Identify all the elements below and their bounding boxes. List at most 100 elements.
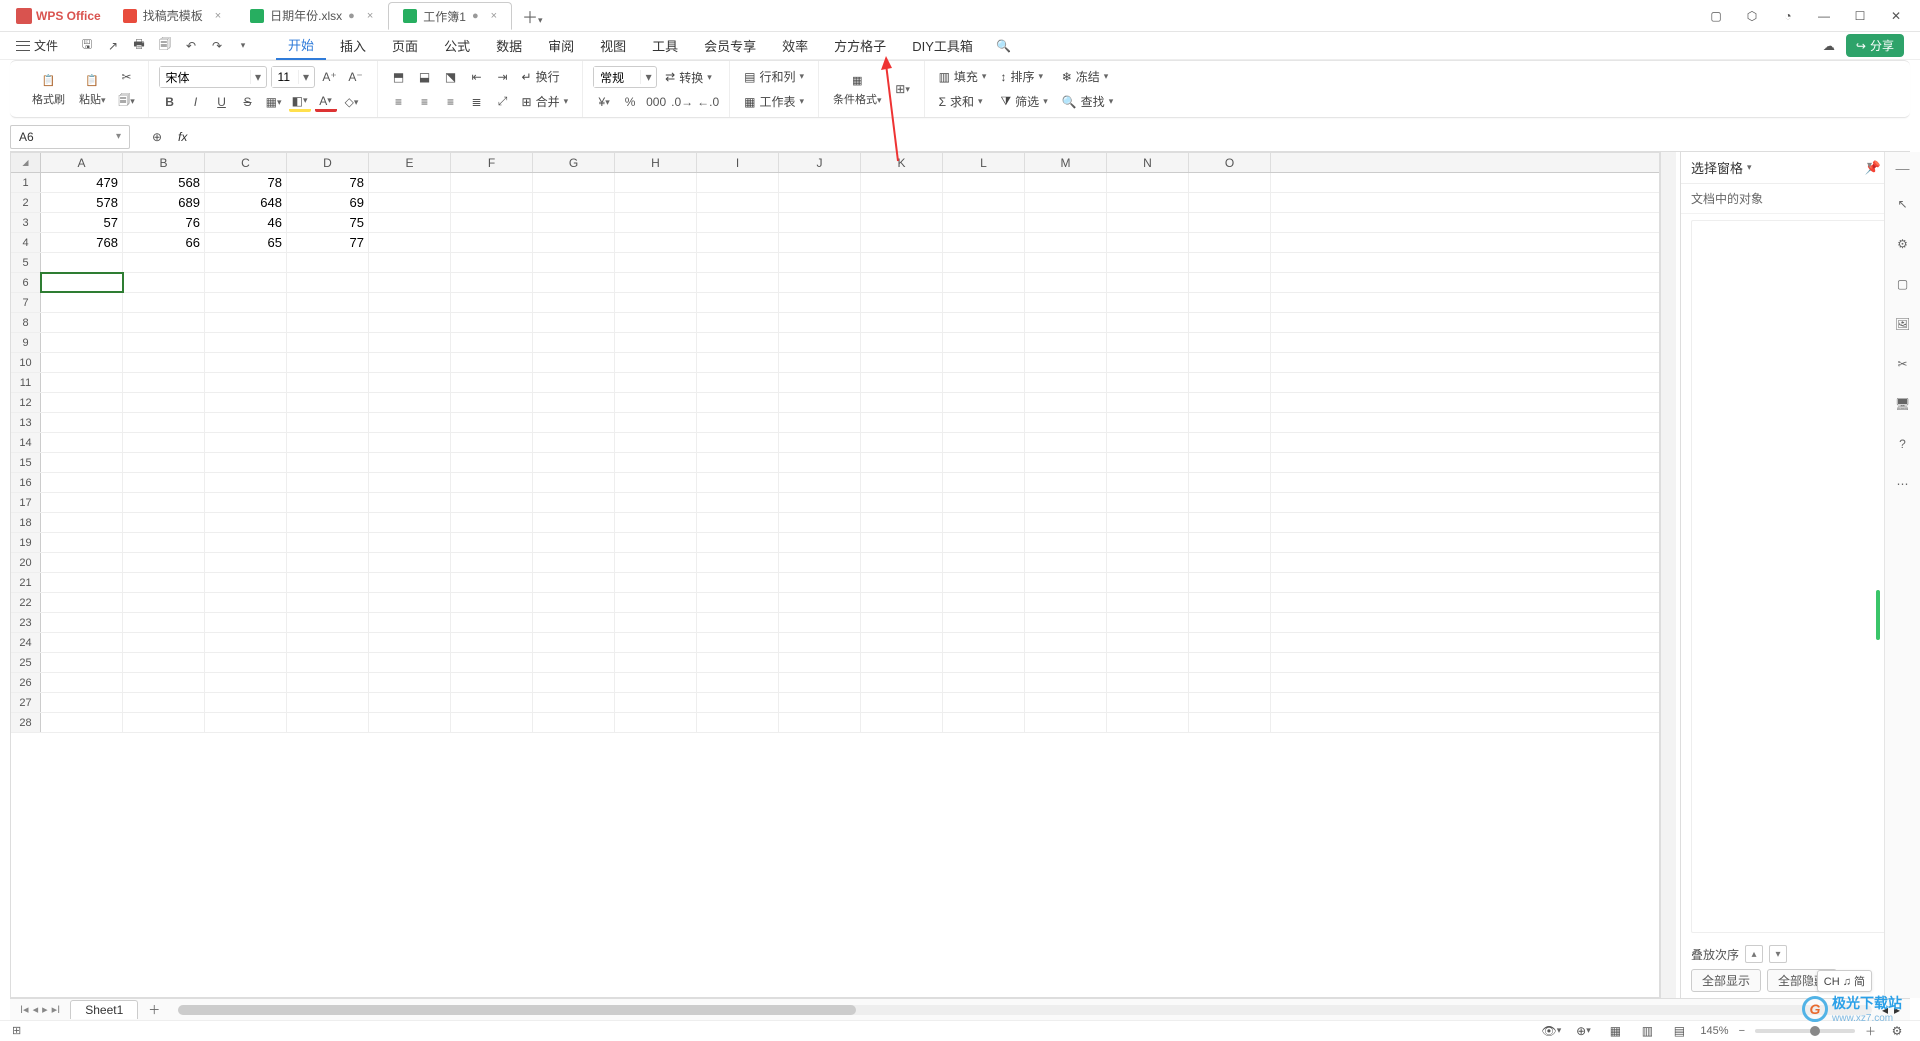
- cell[interactable]: [287, 413, 369, 432]
- cell[interactable]: [123, 593, 205, 612]
- cell[interactable]: [943, 333, 1025, 352]
- cell[interactable]: [1107, 333, 1189, 352]
- cell[interactable]: [1107, 233, 1189, 252]
- layout-icon[interactable]: ▢: [1704, 4, 1728, 28]
- cell[interactable]: [861, 613, 943, 632]
- cell[interactable]: [41, 373, 123, 392]
- cell[interactable]: [123, 493, 205, 512]
- cell[interactable]: [615, 373, 697, 392]
- cell[interactable]: [1025, 653, 1107, 672]
- fill-color-icon[interactable]: ◧▾: [289, 92, 311, 112]
- cell[interactable]: [861, 513, 943, 532]
- cell[interactable]: [861, 433, 943, 452]
- cell[interactable]: [123, 373, 205, 392]
- convert-button[interactable]: ⇄转换▾: [661, 67, 716, 88]
- cell[interactable]: [1107, 373, 1189, 392]
- row-header[interactable]: 5: [11, 253, 41, 272]
- cell[interactable]: [533, 573, 615, 592]
- cell[interactable]: [287, 573, 369, 592]
- print-preview-icon[interactable]: 🗐: [156, 37, 174, 55]
- cell[interactable]: [779, 673, 861, 692]
- font-color-icon[interactable]: A▾: [315, 92, 337, 112]
- cell[interactable]: [1025, 213, 1107, 232]
- cell[interactable]: [287, 373, 369, 392]
- indent-dec-icon[interactable]: ⇤: [466, 67, 488, 87]
- strike-icon[interactable]: S: [237, 92, 259, 112]
- cell[interactable]: [205, 693, 287, 712]
- fill-button[interactable]: ▥填充▾: [935, 66, 991, 87]
- cell[interactable]: [943, 593, 1025, 612]
- cell[interactable]: [287, 493, 369, 512]
- cell[interactable]: [1025, 353, 1107, 372]
- cell[interactable]: [1107, 573, 1189, 592]
- cell[interactable]: [41, 693, 123, 712]
- cell[interactable]: 689: [123, 193, 205, 212]
- format-painter-button[interactable]: 📋格式刷: [28, 69, 69, 109]
- file-menu[interactable]: 文件: [8, 35, 66, 56]
- cell[interactable]: [615, 433, 697, 452]
- cell[interactable]: [1025, 393, 1107, 412]
- cell[interactable]: 77: [287, 233, 369, 252]
- cell[interactable]: [41, 533, 123, 552]
- cell[interactable]: [943, 173, 1025, 192]
- number-format-combo[interactable]: ▾: [593, 66, 657, 88]
- cell[interactable]: [1025, 373, 1107, 392]
- cell[interactable]: [369, 493, 451, 512]
- cell[interactable]: [369, 273, 451, 292]
- cell[interactable]: [861, 453, 943, 472]
- cell[interactable]: [287, 693, 369, 712]
- cell[interactable]: [451, 673, 533, 692]
- cell[interactable]: [615, 633, 697, 652]
- cell[interactable]: [1189, 253, 1271, 272]
- row-header[interactable]: 28: [11, 713, 41, 732]
- column-header[interactable]: H: [615, 153, 697, 172]
- cell[interactable]: [41, 333, 123, 352]
- cell[interactable]: [1107, 473, 1189, 492]
- share-button[interactable]: ↪ 分享: [1846, 34, 1904, 57]
- cell[interactable]: [1025, 713, 1107, 732]
- sum-button[interactable]: Σ求和▾: [935, 91, 991, 112]
- cell[interactable]: [779, 313, 861, 332]
- cell[interactable]: 578: [41, 193, 123, 212]
- view-break-icon[interactable]: ▤: [1668, 1021, 1690, 1041]
- column-header[interactable]: D: [287, 153, 369, 172]
- cell[interactable]: [1107, 633, 1189, 652]
- cell[interactable]: [41, 353, 123, 372]
- cell[interactable]: [287, 253, 369, 272]
- cell[interactable]: [451, 653, 533, 672]
- cell[interactable]: [369, 373, 451, 392]
- font-name-combo[interactable]: ▾: [159, 66, 267, 88]
- cell[interactable]: [533, 673, 615, 692]
- cell[interactable]: [615, 533, 697, 552]
- cell[interactable]: [1025, 253, 1107, 272]
- cell[interactable]: [1025, 193, 1107, 212]
- cell[interactable]: [533, 293, 615, 312]
- cell[interactable]: [533, 553, 615, 572]
- cell[interactable]: [615, 173, 697, 192]
- cell[interactable]: [861, 173, 943, 192]
- cell[interactable]: [1189, 533, 1271, 552]
- zoom-out-icon[interactable]: −: [1739, 1025, 1745, 1037]
- cell[interactable]: [123, 653, 205, 672]
- cell[interactable]: [615, 393, 697, 412]
- cell[interactable]: [287, 713, 369, 732]
- cell[interactable]: [1107, 433, 1189, 452]
- cell[interactable]: [861, 573, 943, 592]
- cell[interactable]: [41, 493, 123, 512]
- row-header[interactable]: 2: [11, 193, 41, 212]
- sheet-last-icon[interactable]: ▸I: [52, 1003, 61, 1016]
- align-right-icon[interactable]: ≡: [440, 92, 462, 112]
- cell[interactable]: [1189, 413, 1271, 432]
- cell[interactable]: [533, 353, 615, 372]
- column-header[interactable]: F: [451, 153, 533, 172]
- cell[interactable]: [205, 513, 287, 532]
- formula-bar-collapse-icon[interactable]: ▾: [1867, 160, 1872, 171]
- cell[interactable]: [615, 473, 697, 492]
- cell[interactable]: [451, 453, 533, 472]
- cell[interactable]: [451, 513, 533, 532]
- cell[interactable]: [779, 413, 861, 432]
- cell[interactable]: 57: [41, 213, 123, 232]
- cell[interactable]: [205, 673, 287, 692]
- tab-close-icon[interactable]: ×: [215, 10, 221, 22]
- zoom-in-icon[interactable]: ＋: [1865, 1023, 1876, 1039]
